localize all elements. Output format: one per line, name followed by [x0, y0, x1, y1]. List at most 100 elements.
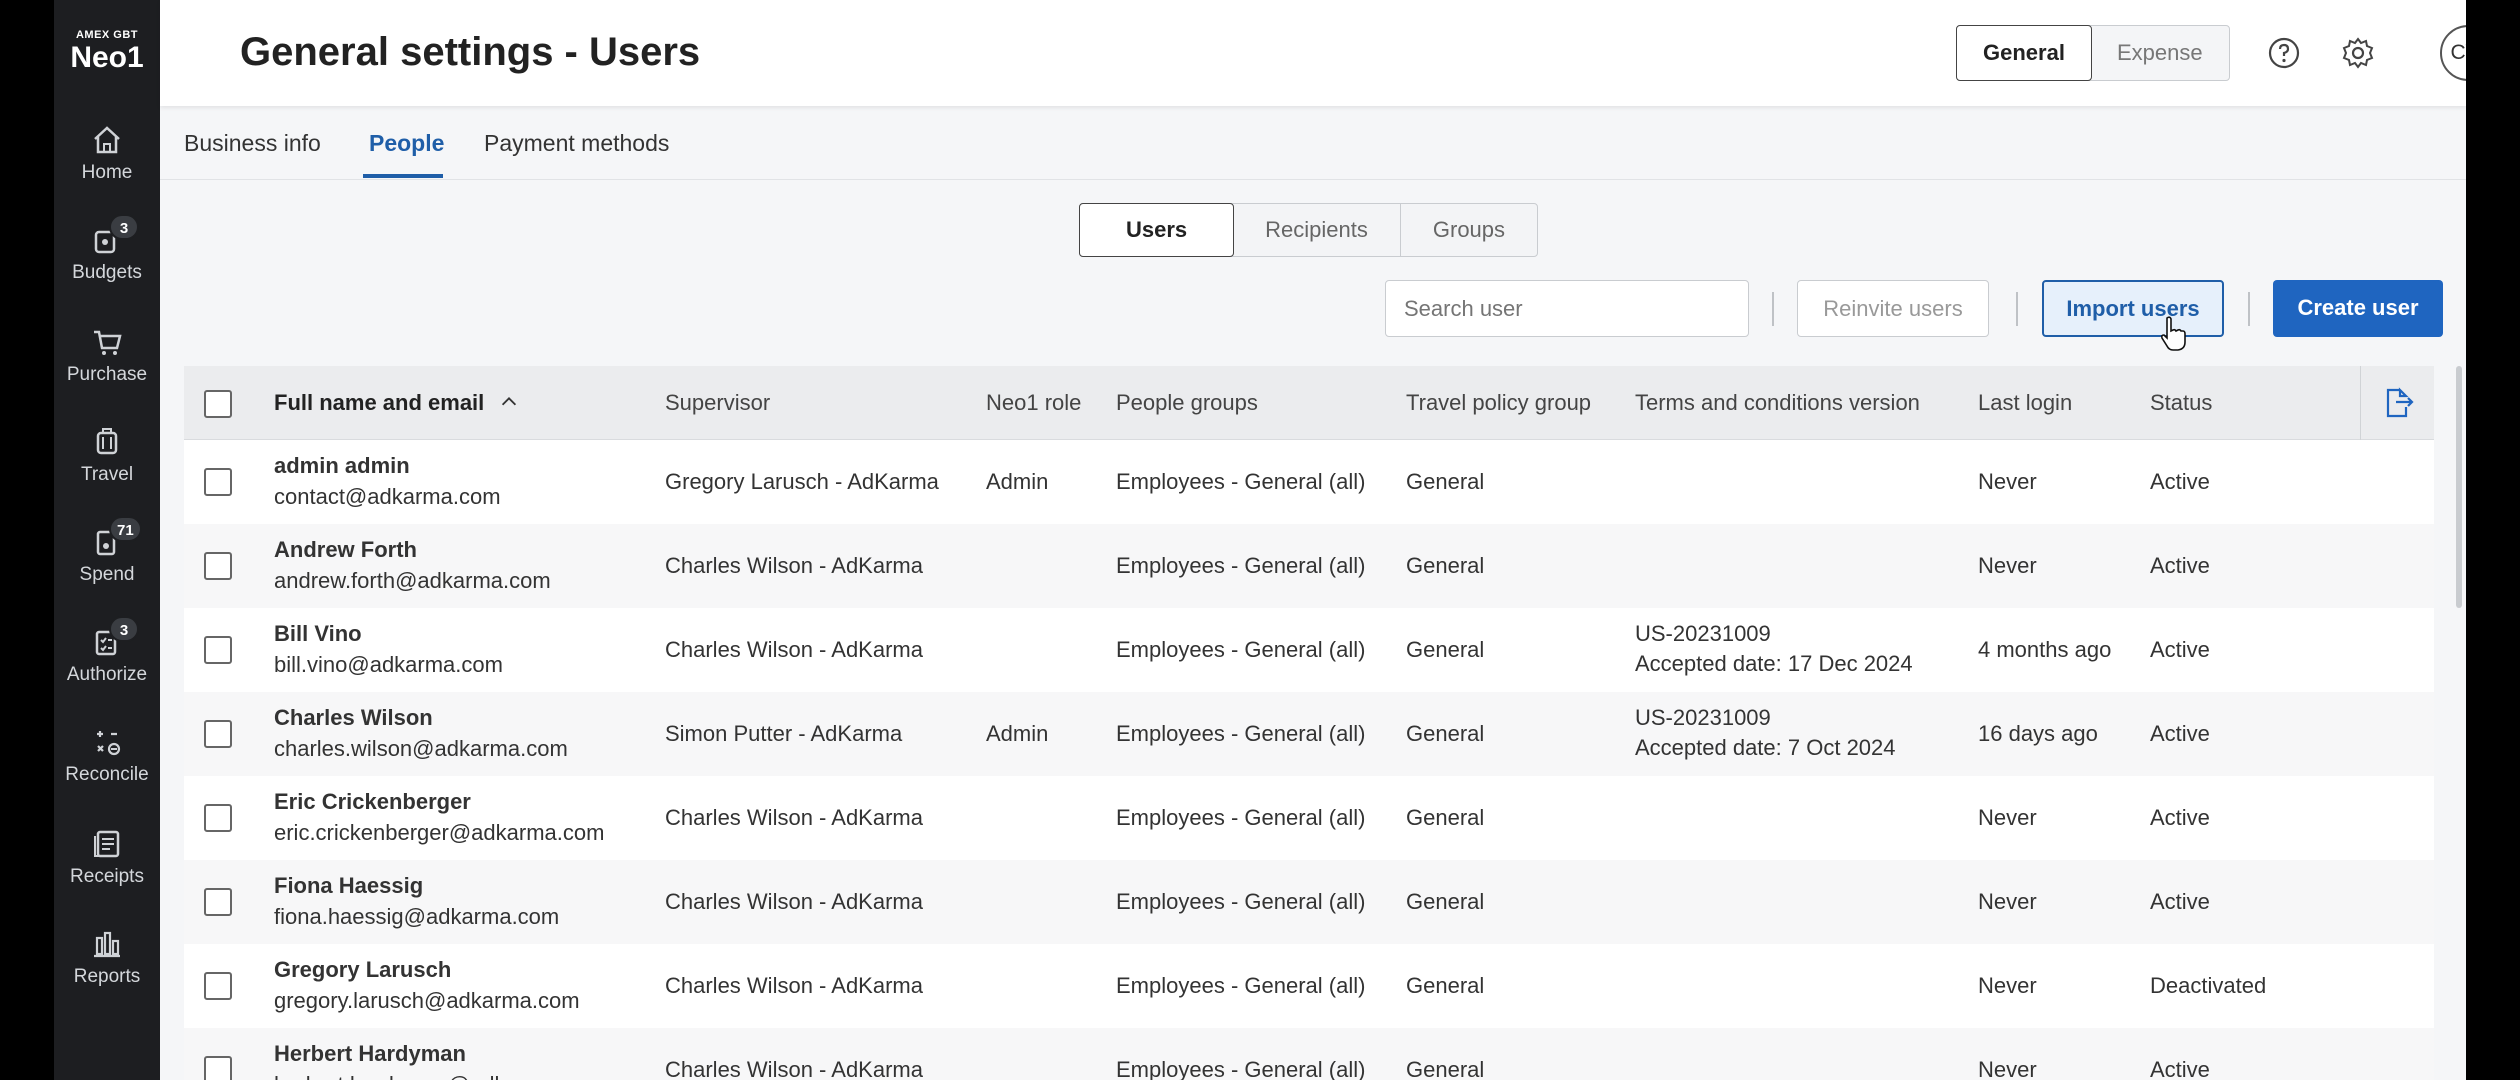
- budgets-icon: 3: [89, 214, 139, 258]
- user-email: contact@adkarma.com: [274, 484, 501, 509]
- toggle-general[interactable]: General: [1956, 25, 2092, 81]
- column-header-role[interactable]: Neo1 role: [986, 390, 1081, 416]
- toggle-expense[interactable]: Expense: [2091, 26, 2229, 80]
- row-checkbox[interactable]: [204, 804, 232, 832]
- table-body: admin admin contact@adkarma.com Gregory La…: [184, 440, 2434, 1080]
- segment-groups[interactable]: Groups: [1401, 204, 1537, 256]
- luggage-icon: [89, 424, 125, 460]
- groups-cell: Employees - General (all): [1116, 889, 1366, 914]
- row-checkbox[interactable]: [204, 552, 232, 580]
- avatar[interactable]: CW: [2440, 25, 2466, 81]
- status-cell: Active: [2150, 889, 2210, 914]
- column-header-login[interactable]: Last login: [1978, 390, 2072, 416]
- nav-item-home[interactable]: Home: [54, 122, 160, 184]
- gear-icon[interactable]: [2340, 35, 2376, 71]
- nav-item-authorize[interactable]: 3 Authorize: [54, 616, 160, 686]
- select-all-checkbox[interactable]: [204, 390, 232, 418]
- nav-item-reconcile[interactable]: Reconcile: [54, 724, 160, 786]
- row-checkbox[interactable]: [204, 888, 232, 916]
- user-email: bill.vino@adkarma.com: [274, 652, 503, 677]
- supervisor-cell: Charles Wilson - AdKarma: [665, 1057, 923, 1080]
- row-checkbox[interactable]: [204, 972, 232, 1000]
- divider: [2248, 292, 2250, 326]
- column-header-policy[interactable]: Travel policy group: [1406, 390, 1591, 416]
- help-icon[interactable]: [2266, 35, 2302, 71]
- nav-label: Travel: [80, 464, 134, 485]
- home-icon: [89, 122, 125, 158]
- last-login-cell: Never: [1978, 1057, 2037, 1080]
- nav-item-receipts[interactable]: Receipts: [54, 826, 160, 888]
- column-header-status[interactable]: Status: [2150, 390, 2212, 416]
- clipboard-icon: 3: [89, 616, 139, 660]
- table-row[interactable]: Eric Crickenberger eric.crickenberger@adk…: [184, 776, 2434, 860]
- row-checkbox[interactable]: [204, 720, 232, 748]
- tab-active-indicator: [363, 174, 443, 178]
- policy-cell: General: [1406, 637, 1485, 662]
- nav-label: Spend: [79, 564, 135, 585]
- search-input[interactable]: [1385, 280, 1749, 337]
- create-user-button[interactable]: Create user: [2273, 280, 2443, 337]
- cart-icon: [89, 324, 125, 360]
- policy-cell: General: [1406, 721, 1485, 746]
- divider: [2016, 292, 2018, 326]
- status-cell: Active: [2150, 805, 2210, 830]
- nav-item-travel[interactable]: Travel: [54, 424, 160, 486]
- user-name[interactable]: Bill Vino: [274, 621, 362, 647]
- row-checkbox[interactable]: [204, 468, 232, 496]
- scrollbar[interactable]: [2456, 366, 2462, 608]
- nav-item-purchase[interactable]: Purchase: [54, 324, 160, 386]
- status-cell: Active: [2150, 721, 2210, 746]
- status-cell: Deactivated: [2150, 973, 2267, 998]
- policy-cell: General: [1406, 553, 1485, 578]
- table-row[interactable]: Charles Wilson charles.wilson@adkarma.com…: [184, 692, 2434, 776]
- receipt-icon: 71: [89, 516, 142, 560]
- nav-item-spend[interactable]: 71 Spend: [54, 516, 160, 586]
- table-row[interactable]: Herbert Hardyman herbert.hardyman@adkarma…: [184, 1028, 2434, 1080]
- column-header-terms[interactable]: Terms and conditions version: [1635, 390, 1920, 416]
- table-row[interactable]: Andrew Forth andrew.forth@adkarma.com Char…: [184, 524, 2434, 608]
- reconcile-icon: [89, 724, 125, 760]
- groups-cell: Employees - General (all): [1116, 469, 1366, 494]
- import-users-button[interactable]: Import users: [2042, 280, 2224, 337]
- tab-payment-methods[interactable]: Payment methods: [484, 130, 669, 157]
- status-cell: Active: [2150, 637, 2210, 662]
- tab-people[interactable]: People: [369, 130, 444, 157]
- last-login-cell: Never: [1978, 889, 2037, 914]
- segment-recipients[interactable]: Recipients: [1233, 204, 1401, 256]
- column-header-groups[interactable]: People groups: [1116, 390, 1258, 416]
- user-name[interactable]: Fiona Haessig: [274, 873, 423, 899]
- status-cell: Active: [2150, 553, 2210, 578]
- receipts-icon: [89, 826, 125, 862]
- nav-item-reports[interactable]: Reports: [54, 926, 160, 988]
- supervisor-cell: Charles Wilson - AdKarma: [665, 637, 923, 662]
- tab-business-info[interactable]: Business info: [184, 130, 321, 157]
- nav-label: Reconcile: [65, 764, 149, 785]
- user-email: charles.wilson@adkarma.com: [274, 736, 568, 761]
- table-row[interactable]: Bill Vino bill.vino@adkarma.com Charles Wi…: [184, 608, 2434, 692]
- user-name[interactable]: Eric Crickenberger: [274, 789, 471, 815]
- user-name[interactable]: Herbert Hardyman: [274, 1041, 466, 1067]
- last-login-cell: Never: [1978, 553, 2037, 578]
- table-row[interactable]: admin admin contact@adkarma.com Gregory La…: [184, 440, 2434, 524]
- nav-item-budgets[interactable]: 3 Budgets: [54, 214, 160, 284]
- row-checkbox[interactable]: [204, 1056, 232, 1080]
- user-name[interactable]: Charles Wilson: [274, 705, 433, 731]
- supervisor-cell: Simon Putter - AdKarma: [665, 721, 903, 746]
- segment-users[interactable]: Users: [1079, 203, 1235, 257]
- user-name[interactable]: admin admin: [274, 453, 410, 479]
- brand-logo[interactable]: AMEX GBT Neo1: [54, 28, 160, 74]
- terms-version: US-20231009: [1635, 621, 1771, 646]
- nav-label: Reports: [73, 966, 141, 987]
- supervisor-cell: Charles Wilson - AdKarma: [665, 973, 923, 998]
- user-name[interactable]: Andrew Forth: [274, 537, 417, 563]
- user-name[interactable]: Gregory Larusch: [274, 957, 451, 983]
- settings-tabs: Business info People Payment methods: [160, 106, 2466, 180]
- groups-cell: Employees - General (all): [1116, 553, 1366, 578]
- row-checkbox[interactable]: [204, 636, 232, 664]
- table-row[interactable]: Gregory Larusch gregory.larusch@adkarma.c…: [184, 944, 2434, 1028]
- column-header-supervisor[interactable]: Supervisor: [665, 390, 770, 416]
- reinvite-users-button[interactable]: Reinvite users: [1797, 280, 1989, 337]
- export-button[interactable]: [2360, 366, 2434, 440]
- column-header-name[interactable]: Full name and email: [274, 390, 520, 416]
- table-row[interactable]: Fiona Haessig fiona.haessig@adkarma.com Ch…: [184, 860, 2434, 944]
